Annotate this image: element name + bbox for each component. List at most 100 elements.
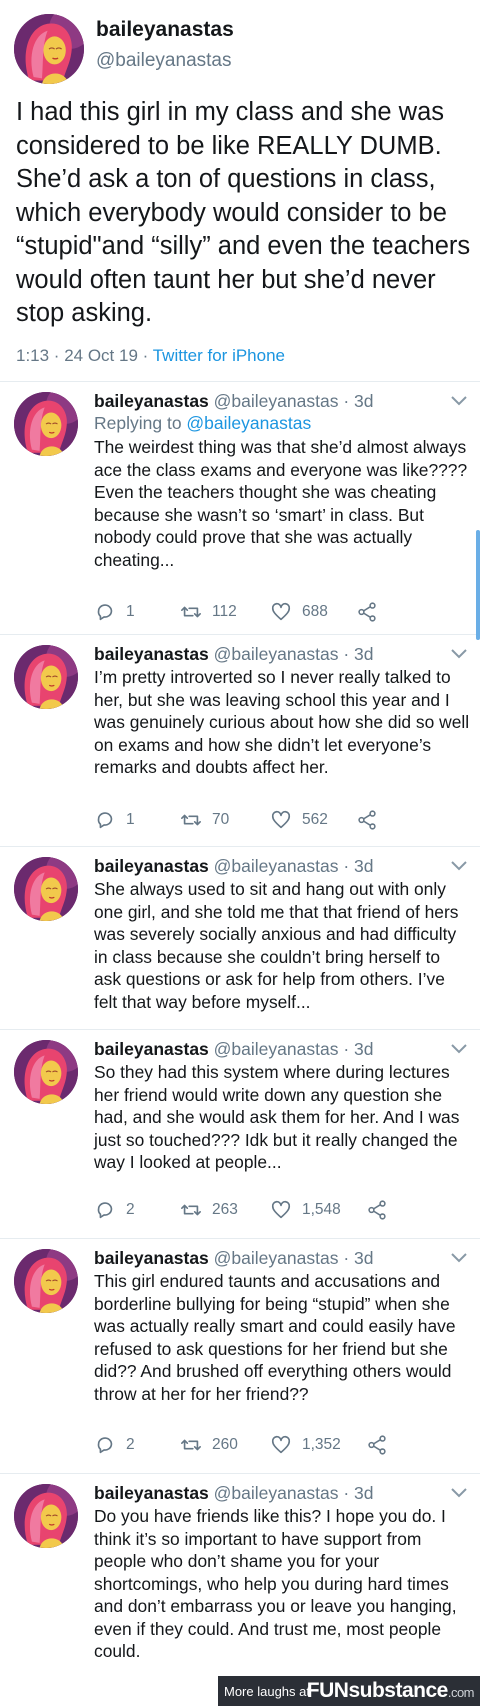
reply-text: So they had this system where during lec… — [94, 1062, 460, 1172]
reply-button[interactable]: 2 — [94, 1433, 135, 1457]
chevron-down-icon[interactable] — [450, 394, 468, 408]
watermark-brand[interactable]: FUNsubstance.com — [306, 1679, 475, 1703]
retweet-count: 260 — [212, 1436, 238, 1453]
reply-text: Do you have friends like this? I hope yo… — [94, 1506, 457, 1661]
reply-display-name[interactable]: baileyanastas — [94, 391, 209, 411]
reply-header: baileyanastas @baileyanastas · 3d — [94, 644, 373, 665]
reply-display-name[interactable]: baileyanastas — [94, 1248, 209, 1268]
reply-header: baileyanastas @baileyanastas · 3d — [94, 1248, 373, 1269]
reply-handle[interactable]: @baileyanastas · 3d — [214, 391, 374, 411]
chevron-down-icon[interactable] — [450, 1486, 468, 1500]
watermark-text: More laughs at — [224, 1684, 310, 1699]
retweet-button[interactable]: 112 — [180, 600, 237, 624]
like-button[interactable]: 1,352 — [270, 1433, 341, 1457]
chevron-down-icon[interactable] — [450, 647, 468, 661]
reply-count: 2 — [126, 1201, 135, 1218]
reply-handle[interactable]: @baileyanastas · 3d — [214, 856, 374, 876]
retweet-button[interactable]: 260 — [180, 1433, 238, 1457]
reply-tweet[interactable]: baileyanastas @baileyanastas · 3d Replyi… — [0, 382, 480, 634]
reply-icon — [97, 1437, 113, 1454]
replying-label: Replying to — [94, 413, 187, 433]
action-bar: 2 260 1,352 — [94, 1433, 424, 1457]
display-name[interactable]: baileyanastas — [96, 18, 234, 42]
tweet-text: I had this girl in my class and she was … — [16, 98, 471, 327]
tweet-timestamp: 1:13 · 24 Oct 19 · — [16, 346, 153, 365]
chevron-down-icon[interactable] — [450, 1042, 468, 1056]
reply-display-name[interactable]: baileyanastas — [94, 856, 209, 876]
user-handle[interactable]: @baileyanastas — [96, 50, 231, 72]
reply-tweet[interactable]: baileyanastas @baileyanastas · 3d I’m pr… — [0, 635, 480, 846]
reply-display-name[interactable]: baileyanastas — [94, 1483, 209, 1503]
retweet-icon — [181, 1439, 201, 1451]
heart-icon — [271, 602, 291, 621]
action-bar: 2 263 1,548 — [94, 1198, 424, 1222]
reply-tweet[interactable]: baileyanastas @baileyanastas · 3d She al… — [0, 847, 480, 1029]
avatar-image — [14, 1249, 78, 1313]
tweet-meta: 1:13 · 24 Oct 19 · Twitter for iPhone — [16, 346, 285, 366]
action-bar: 1 112 688 — [94, 600, 424, 624]
action-bar: 1 70 562 — [94, 808, 424, 832]
reply-text: I’m pretty introverted so I never really… — [94, 667, 470, 777]
reply-button[interactable]: 2 — [94, 1198, 135, 1222]
replying-to-link[interactable]: @baileyanastas — [186, 413, 311, 433]
reply-handle[interactable]: @baileyanastas · 3d — [214, 644, 374, 664]
retweet-icon — [181, 606, 201, 618]
reply-tweet[interactable]: baileyanastas @baileyanastas · 3d This g… — [0, 1239, 480, 1473]
retweet-count: 112 — [212, 603, 237, 620]
like-button[interactable]: 688 — [270, 600, 328, 624]
reply-text: She always used to sit and hang out with… — [94, 879, 459, 1012]
reply-count: 2 — [126, 1436, 135, 1453]
reply-text: The weirdest thing was that she’d almost… — [94, 437, 468, 570]
chevron-down-icon[interactable] — [450, 1251, 468, 1265]
chevron-down-icon[interactable] — [450, 859, 468, 873]
reply-button[interactable]: 1 — [94, 808, 135, 832]
reply-count: 1 — [126, 603, 135, 620]
reply-tweet[interactable]: baileyanastas @baileyanastas · 3d So the… — [0, 1030, 480, 1238]
heart-icon — [271, 1200, 291, 1219]
retweet-button[interactable]: 70 — [180, 808, 229, 832]
reply-tweet[interactable]: baileyanastas @baileyanastas · 3d Do you… — [0, 1474, 480, 1676]
share-button[interactable] — [366, 1433, 388, 1457]
avatar[interactable] — [14, 14, 84, 84]
like-count: 1,548 — [302, 1201, 341, 1218]
share-button[interactable] — [356, 808, 378, 832]
avatar-image — [14, 14, 84, 84]
retweet-button[interactable]: 263 — [180, 1198, 238, 1222]
avatar[interactable] — [14, 1040, 78, 1104]
avatar[interactable] — [14, 1249, 78, 1313]
reply-icon — [97, 812, 113, 829]
retweet-icon — [181, 814, 201, 826]
brand-suffix: .com — [447, 1685, 475, 1700]
watermark-footer: More laughs at FUNsubstance.com — [0, 1676, 480, 1706]
avatar-image — [14, 1040, 78, 1104]
avatar[interactable] — [14, 857, 78, 921]
share-icon — [368, 1435, 386, 1455]
avatar[interactable] — [14, 392, 78, 456]
reply-header: baileyanastas @baileyanastas · 3d — [94, 1483, 373, 1504]
like-button[interactable]: 1,548 — [270, 1198, 341, 1222]
reply-button[interactable]: 1 — [94, 600, 135, 624]
reply-handle[interactable]: @baileyanastas · 3d — [214, 1483, 374, 1503]
retweet-icon — [181, 1204, 201, 1216]
brand-name: FUNsubstance — [306, 1679, 449, 1702]
avatar[interactable] — [14, 1484, 78, 1548]
avatar-image — [14, 857, 78, 921]
reply-display-name[interactable]: baileyanastas — [94, 1039, 209, 1059]
reply-header: baileyanastas @baileyanastas · 3d — [94, 856, 373, 877]
reply-display-name[interactable]: baileyanastas — [94, 644, 209, 664]
share-button[interactable] — [356, 600, 378, 624]
reply-handle[interactable]: @baileyanastas · 3d — [214, 1039, 374, 1059]
like-button[interactable]: 562 — [270, 808, 328, 832]
like-count: 1,352 — [302, 1436, 341, 1453]
replying-to: Replying to @baileyanastas — [94, 413, 311, 434]
scrollbar[interactable] — [476, 530, 480, 640]
share-icon — [368, 1200, 386, 1220]
avatar[interactable] — [14, 645, 78, 709]
avatar-image — [14, 392, 78, 456]
avatar-image — [14, 1484, 78, 1548]
tweet-source-link[interactable]: Twitter for iPhone — [153, 346, 285, 365]
like-count: 688 — [302, 603, 328, 620]
reply-handle[interactable]: @baileyanastas · 3d — [214, 1248, 374, 1268]
share-button[interactable] — [366, 1198, 388, 1222]
heart-icon — [271, 1435, 291, 1454]
